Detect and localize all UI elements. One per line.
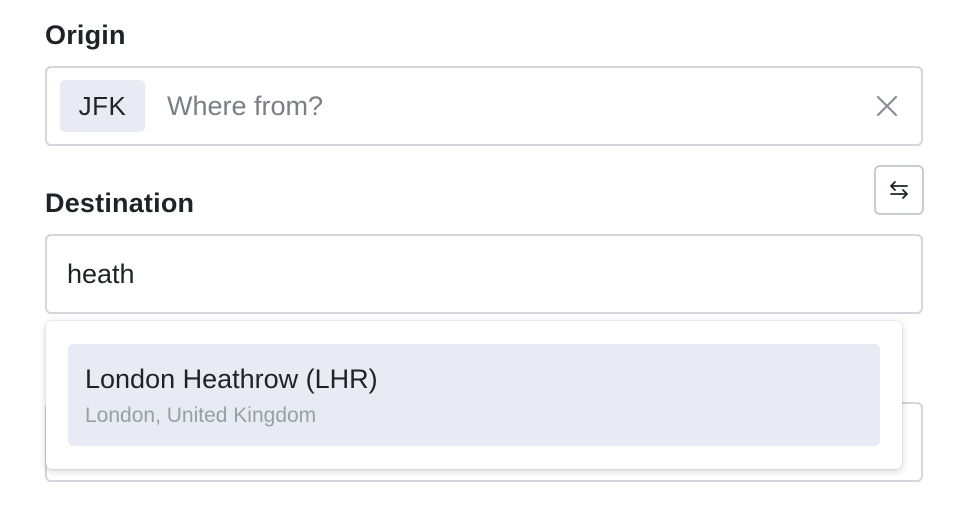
- origin-field[interactable]: JFK: [45, 66, 923, 146]
- suggestion-airport-name: London Heathrow (LHR): [85, 364, 378, 394]
- destination-label: Destination: [45, 188, 195, 218]
- origin-input[interactable]: [167, 80, 827, 132]
- origin-selected-chip[interactable]: JFK: [60, 80, 145, 132]
- swap-arrows-icon: [890, 181, 908, 199]
- suggestion-item[interactable]: London Heathrow (LHR) London, United Kin…: [68, 344, 880, 446]
- destination-field[interactable]: [45, 234, 923, 314]
- destination-input[interactable]: [67, 248, 887, 300]
- origin-label: Origin: [45, 20, 126, 50]
- close-icon: [876, 95, 898, 117]
- swap-origin-destination-button[interactable]: [874, 165, 924, 215]
- suggestion-location: London, United Kingdom: [85, 404, 317, 427]
- origin-clear-button[interactable]: [871, 90, 903, 122]
- destination-suggestions-dropdown: London Heathrow (LHR) London, United Kin…: [46, 321, 902, 469]
